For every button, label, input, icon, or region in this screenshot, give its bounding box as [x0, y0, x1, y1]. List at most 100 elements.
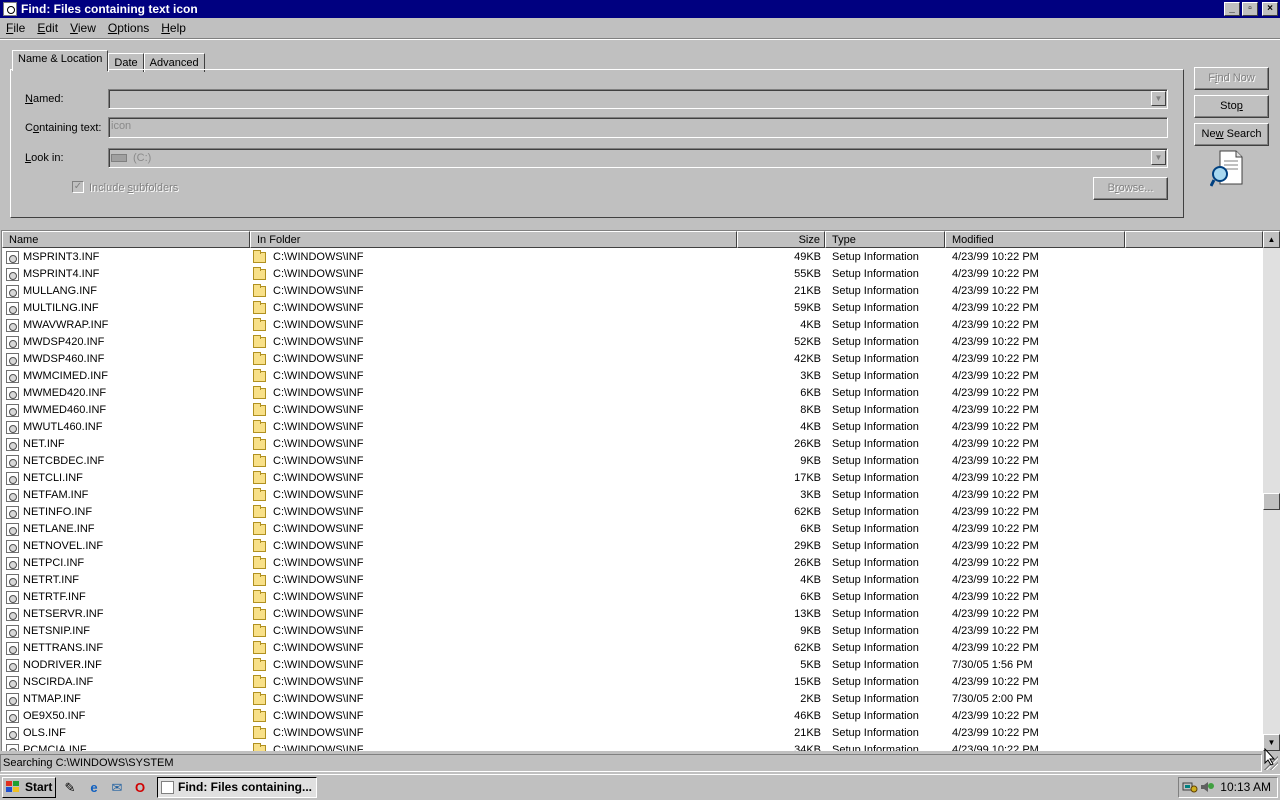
named-combobox[interactable]: ▼	[108, 89, 1168, 109]
file-modified: 4/23/99 10:22 PM	[952, 455, 1039, 467]
results-list[interactable]: Name In Folder Size Type Modified MSPRIN…	[1, 230, 1280, 751]
menu-edit[interactable]: Edit	[31, 21, 64, 35]
file-icon	[6, 472, 19, 485]
table-row[interactable]: MSPRINT4.INF C:\WINDOWS\INF 55KB Setup Info…	[2, 266, 1264, 283]
table-row[interactable]: MSPRINT3.INF C:\WINDOWS\INF 49KB Setup Info…	[2, 249, 1264, 266]
table-row[interactable]: MULLANG.INF C:\WINDOWS\INF 21KB Setup Infor…	[2, 283, 1264, 300]
internet-explorer-icon[interactable]: e	[86, 780, 102, 796]
folder-icon	[253, 556, 266, 569]
table-row[interactable]: NETCLI.INF C:\WINDOWS\INF 17KB Setup Inform…	[2, 470, 1264, 487]
table-row[interactable]: MWMED420.INF C:\WINDOWS\INF 6KB Setup Infor…	[2, 385, 1264, 402]
start-button[interactable]: Start	[2, 777, 56, 798]
file-type: Setup Information	[832, 608, 919, 620]
table-row[interactable]: MWDSP420.INF C:\WINDOWS\INF 52KB Setup Info…	[2, 334, 1264, 351]
search-tabs: Name & Location Date Advanced	[12, 50, 205, 72]
clock[interactable]: 10:13 AM	[1220, 780, 1271, 795]
include-subfolders-checkbox[interactable]: ✓	[72, 181, 84, 193]
volume-tray-icon[interactable]	[1199, 780, 1215, 794]
file-name: OLS.INF	[23, 727, 66, 739]
containing-text-input[interactable]: icon	[108, 117, 1168, 138]
table-row[interactable]: NSCIRDA.INF C:\WINDOWS\INF 15KB Setup Infor…	[2, 674, 1264, 691]
file-modified: 4/23/99 10:22 PM	[952, 268, 1039, 280]
file-folder: C:\WINDOWS\INF	[273, 387, 364, 399]
menu-help[interactable]: Help	[155, 21, 192, 35]
file-icon	[6, 574, 19, 587]
file-type: Setup Information	[832, 387, 919, 399]
table-row[interactable]: NETNOVEL.INF C:\WINDOWS\INF 29KB Setup Info…	[2, 538, 1264, 555]
table-row[interactable]: MULTILNG.INF C:\WINDOWS\INF 59KB Setup Info…	[2, 300, 1264, 317]
file-name: NETCLI.INF	[23, 472, 83, 484]
table-row[interactable]: NETTRANS.INF C:\WINDOWS\INF 62KB Setup Info…	[2, 640, 1264, 657]
stop-button[interactable]: Stop	[1194, 95, 1269, 118]
menu-options[interactable]: Options	[102, 21, 155, 35]
table-row[interactable]: OE9X50.INF C:\WINDOWS\INF 46KB Setup Inform…	[2, 708, 1264, 725]
browse-button[interactable]: Browse...	[1093, 177, 1168, 200]
file-size: 4KB	[800, 319, 821, 331]
named-dropdown-button[interactable]: ▼	[1151, 91, 1166, 106]
table-row[interactable]: NETSNIP.INF C:\WINDOWS\INF 9KB Setup Inform…	[2, 623, 1264, 640]
folder-icon	[253, 539, 266, 552]
table-row[interactable]: MWUTL460.INF C:\WINDOWS\INF 4KB Setup Infor…	[2, 419, 1264, 436]
table-row[interactable]: NODRIVER.INF C:\WINDOWS\INF 5KB Setup Infor…	[2, 657, 1264, 674]
file-icon	[6, 676, 19, 689]
close-button[interactable]: ×	[1262, 2, 1278, 16]
table-row[interactable]: NETRTF.INF C:\WINDOWS\INF 6KB Setup Informa…	[2, 589, 1264, 606]
file-modified: 4/23/99 10:22 PM	[952, 370, 1039, 382]
table-row[interactable]: NET.INF C:\WINDOWS\INF 26KB Setup Informati…	[2, 436, 1264, 453]
show-desktop-icon[interactable]: ✎	[62, 780, 78, 796]
menu-file[interactable]: File	[0, 21, 31, 35]
file-name: NETSNIP.INF	[23, 625, 91, 637]
table-row[interactable]: OLS.INF C:\WINDOWS\INF 21KB Setup Informati…	[2, 725, 1264, 742]
table-row[interactable]: NETPCI.INF C:\WINDOWS\INF 26KB Setup Inform…	[2, 555, 1264, 572]
table-row[interactable]: NETRT.INF C:\WINDOWS\INF 4KB Setup Informat…	[2, 572, 1264, 589]
table-row[interactable]: NETFAM.INF C:\WINDOWS\INF 3KB Setup Informa…	[2, 487, 1264, 504]
table-row[interactable]: NETLANE.INF C:\WINDOWS\INF 6KB Setup Inform…	[2, 521, 1264, 538]
file-folder: C:\WINDOWS\INF	[273, 302, 364, 314]
file-type: Setup Information	[832, 285, 919, 297]
network-tray-icon[interactable]	[1182, 780, 1198, 794]
table-row[interactable]: NETCBDEC.INF C:\WINDOWS\INF 9KB Setup Infor…	[2, 453, 1264, 470]
menu-view[interactable]: View	[64, 21, 102, 35]
maximize-button[interactable]: ▫	[1242, 2, 1258, 16]
table-row[interactable]: MWAVWRAP.INF C:\WINDOWS\INF 4KB Setup Infor…	[2, 317, 1264, 334]
look-in-combobox[interactable]: (C:) ▼	[108, 148, 1168, 168]
table-row[interactable]: NETSERVR.INF C:\WINDOWS\INF 13KB Setup Info…	[2, 606, 1264, 623]
scroll-up-button[interactable]: ▲	[1263, 231, 1280, 248]
vertical-scrollbar[interactable]: ▲ ▼	[1263, 231, 1280, 751]
table-row[interactable]: MWMED460.INF C:\WINDOWS\INF 8KB Setup Infor…	[2, 402, 1264, 419]
new-search-button[interactable]: New Search	[1194, 123, 1269, 146]
file-size: 2KB	[800, 693, 821, 705]
file-type: Setup Information	[832, 540, 919, 552]
column-header-type[interactable]: Type	[825, 231, 945, 248]
table-row[interactable]: MWDSP460.INF C:\WINDOWS\INF 42KB Setup Info…	[2, 351, 1264, 368]
column-header-modified[interactable]: Modified	[945, 231, 1125, 248]
column-header-name[interactable]: Name	[2, 231, 250, 248]
file-name: NET.INF	[23, 438, 65, 450]
table-row[interactable]: MWMCIMED.INF C:\WINDOWS\INF 3KB Setup Infor…	[2, 368, 1264, 385]
find-now-button[interactable]: Find Now	[1194, 67, 1269, 90]
file-folder: C:\WINDOWS\INF	[273, 557, 364, 569]
file-modified: 4/23/99 10:22 PM	[952, 574, 1039, 586]
look-in-dropdown-button[interactable]: ▼	[1151, 150, 1166, 165]
tab-name-location[interactable]: Name & Location	[12, 50, 109, 71]
file-folder: C:\WINDOWS\INF	[273, 540, 364, 552]
file-size: 6KB	[800, 387, 821, 399]
taskbar-find-window-button[interactable]: Find: Files containing...	[157, 777, 317, 798]
file-icon	[6, 591, 19, 604]
folder-icon	[253, 675, 266, 688]
file-icon	[6, 251, 19, 264]
table-row[interactable]: NETINFO.INF C:\WINDOWS\INF 62KB Setup Infor…	[2, 504, 1264, 521]
minimize-button[interactable]: _	[1224, 2, 1240, 16]
table-row[interactable]: PCMCIA.INF C:\WINDOWS\INF 34KB Setup Inform…	[2, 742, 1264, 751]
file-name: MWAVWRAP.INF	[23, 319, 109, 331]
scroll-thumb[interactable]	[1263, 493, 1280, 510]
column-header-size[interactable]: Size	[737, 231, 825, 248]
column-header-folder[interactable]: In Folder	[250, 231, 737, 248]
table-row[interactable]: NTMAP.INF C:\WINDOWS\INF 2KB Setup Informat…	[2, 691, 1264, 708]
column-header-empty	[1125, 231, 1263, 248]
file-modified: 4/23/99 10:22 PM	[952, 557, 1039, 569]
file-modified: 4/23/99 10:22 PM	[952, 608, 1039, 620]
opera-icon[interactable]: O	[132, 780, 148, 796]
outlook-express-icon[interactable]: ✉	[109, 780, 125, 796]
folder-icon	[253, 471, 266, 484]
